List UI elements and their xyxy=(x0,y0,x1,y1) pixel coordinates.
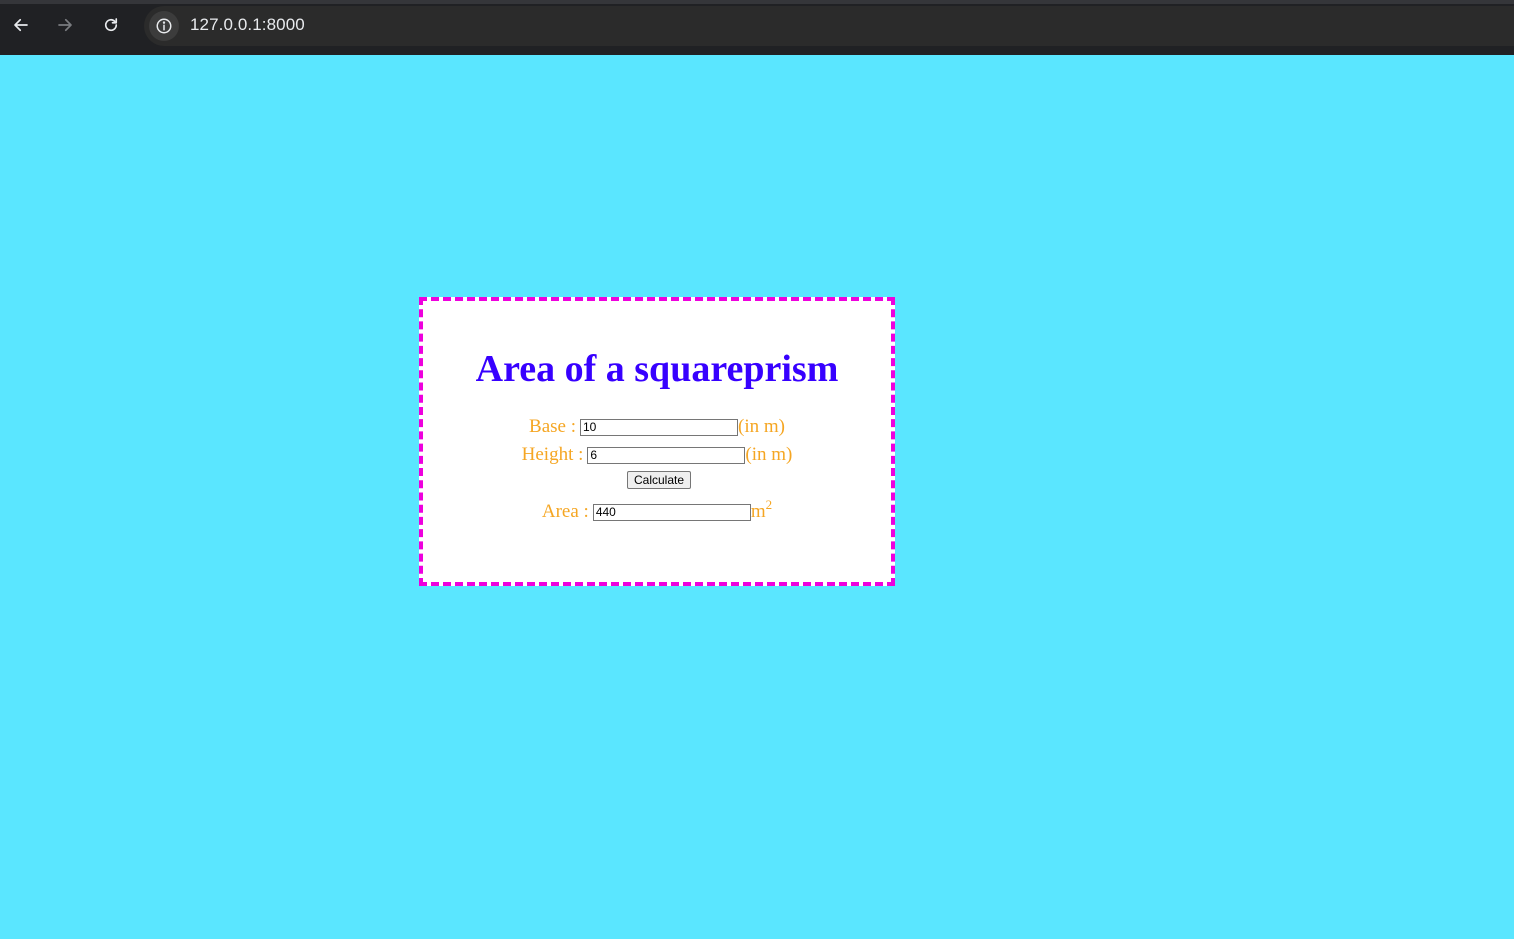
url-text[interactable]: 127.0.0.1:8000 xyxy=(190,15,305,35)
height-input[interactable] xyxy=(587,446,746,464)
info-icon xyxy=(156,18,172,34)
forward-button[interactable] xyxy=(50,10,80,40)
reload-icon xyxy=(104,18,118,32)
back-arrow-icon xyxy=(14,18,28,32)
area-output[interactable] xyxy=(592,503,751,521)
base-input[interactable] xyxy=(580,418,738,436)
page-title: Area of a squareprism xyxy=(475,348,839,390)
site-info-button[interactable] xyxy=(149,11,179,41)
calculate-button[interactable]: Calculate xyxy=(627,471,692,489)
area-unit: m2 xyxy=(750,498,772,523)
height-unit: (in m) xyxy=(745,444,793,465)
address-bar[interactable]: 127.0.0.1:8000 xyxy=(144,6,1514,46)
height-label: Height : xyxy=(521,444,584,465)
base-label: Base : xyxy=(529,416,576,437)
back-button[interactable] xyxy=(6,10,36,40)
forward-arrow-icon xyxy=(58,18,72,32)
page-viewport: Area of a squareprism Base : (in m) Heig… xyxy=(0,55,1514,939)
tab-strip xyxy=(0,0,1514,4)
browser-toolbar: 127.0.0.1:8000 xyxy=(0,0,1514,55)
area-unit-exponent: 2 xyxy=(765,497,773,512)
area-label: Area : xyxy=(541,501,589,522)
base-unit: (in m) xyxy=(738,416,785,437)
area-row: Area : m2 xyxy=(423,498,891,523)
area-unit-base: m xyxy=(750,501,766,522)
height-row: Height : (in m) xyxy=(423,444,891,466)
base-row: Base : (in m) xyxy=(423,416,891,438)
reload-button[interactable] xyxy=(96,10,126,40)
calculator-card: Area of a squareprism Base : (in m) Heig… xyxy=(419,297,895,586)
